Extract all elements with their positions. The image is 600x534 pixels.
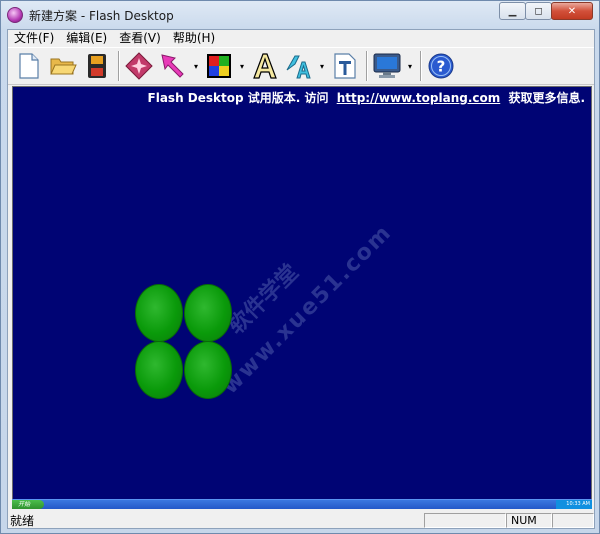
menu-edit[interactable]: 编辑(E) xyxy=(60,31,113,45)
toolbar-separator xyxy=(366,51,368,81)
trial-link[interactable]: http://www.toplang.com xyxy=(337,91,501,105)
window-title: 新建方案 - Flash Desktop xyxy=(29,8,174,23)
toolbar-separator xyxy=(118,51,120,81)
color-button[interactable] xyxy=(204,51,234,81)
save-disk-icon xyxy=(88,54,106,78)
monitor-preview-icon xyxy=(373,53,401,78)
green-blob[interactable] xyxy=(184,341,232,399)
open-folder-icon xyxy=(50,58,77,75)
save-button[interactable] xyxy=(82,51,112,81)
help-icon: ? xyxy=(428,53,454,79)
app-window: 新建方案 - Flash Desktop ▁ ◻ ✕ 文件(F) 编辑(E) 查… xyxy=(0,0,600,534)
text-frame-icon xyxy=(334,53,356,79)
font-button[interactable] xyxy=(250,51,280,81)
title-bar[interactable]: 新建方案 - Flash Desktop ▁ ◻ ✕ xyxy=(1,1,599,29)
trial-prefix: Flash Desktop 试用版本. 访问 xyxy=(147,91,329,105)
text-frame-button[interactable] xyxy=(330,51,360,81)
green-blob[interactable] xyxy=(135,284,183,342)
toolbar: ▾ ▾ ▾ ▾ ? xyxy=(8,47,594,85)
trial-notice: Flash Desktop 试用版本. 访问 http://www.toplan… xyxy=(148,89,585,106)
menu-bar: 文件(F) 编辑(E) 查看(V) 帮助(H) xyxy=(8,30,594,46)
text-style-icon xyxy=(286,55,311,79)
new-file-button[interactable] xyxy=(14,51,44,81)
status-pane-end xyxy=(552,512,594,528)
maximize-button[interactable]: ◻ xyxy=(525,2,552,20)
help-button[interactable]: ? xyxy=(426,51,456,81)
status-bar: 就绪 NUM xyxy=(8,512,594,528)
text-style-button[interactable] xyxy=(284,51,314,81)
client-area: 文件(F) 编辑(E) 查看(V) 帮助(H) ▾ ▾ ▾ ▾ ? Flash … xyxy=(7,29,595,529)
pointer-dropdown[interactable]: ▾ xyxy=(192,51,200,81)
pointer-button[interactable] xyxy=(158,51,188,81)
color-palette-icon xyxy=(207,54,231,78)
start-button: 开始 xyxy=(12,500,44,509)
status-pane-blank xyxy=(424,512,506,528)
preview-button[interactable] xyxy=(372,51,402,81)
desktop-canvas[interactable]: Flash Desktop 试用版本. 访问 http://www.toplan… xyxy=(12,86,592,509)
menu-file[interactable]: 文件(F) xyxy=(8,31,60,45)
window-controls: ▁ ◻ ✕ xyxy=(499,2,593,20)
minimize-button[interactable]: ▁ xyxy=(499,2,526,20)
new-file-icon xyxy=(19,53,39,79)
green-blob[interactable] xyxy=(135,341,183,399)
sparkle-effect-icon xyxy=(125,52,153,80)
text-font-icon xyxy=(253,53,277,79)
pointer-arrow-icon xyxy=(161,54,184,78)
menu-view[interactable]: 查看(V) xyxy=(113,31,167,45)
preview-dropdown[interactable]: ▾ xyxy=(406,51,414,81)
num-lock-indicator: NUM xyxy=(506,512,552,528)
toolbar-separator xyxy=(420,51,422,81)
taskbar-preview: 开始 10:33 AM xyxy=(12,499,592,509)
menu-help[interactable]: 帮助(H) xyxy=(167,31,221,45)
system-tray-clock: 10:33 AM xyxy=(556,500,592,509)
close-button[interactable]: ✕ xyxy=(551,2,593,20)
green-blob[interactable] xyxy=(184,284,232,342)
text-style-dropdown[interactable]: ▾ xyxy=(318,51,326,81)
svg-text:?: ? xyxy=(437,58,446,76)
effect-button[interactable] xyxy=(124,51,154,81)
app-icon xyxy=(7,7,23,23)
trial-suffix: 获取更多信息. xyxy=(508,91,585,105)
open-folder-button[interactable] xyxy=(48,51,78,81)
color-dropdown[interactable]: ▾ xyxy=(238,51,246,81)
status-text: 就绪 xyxy=(10,513,35,528)
